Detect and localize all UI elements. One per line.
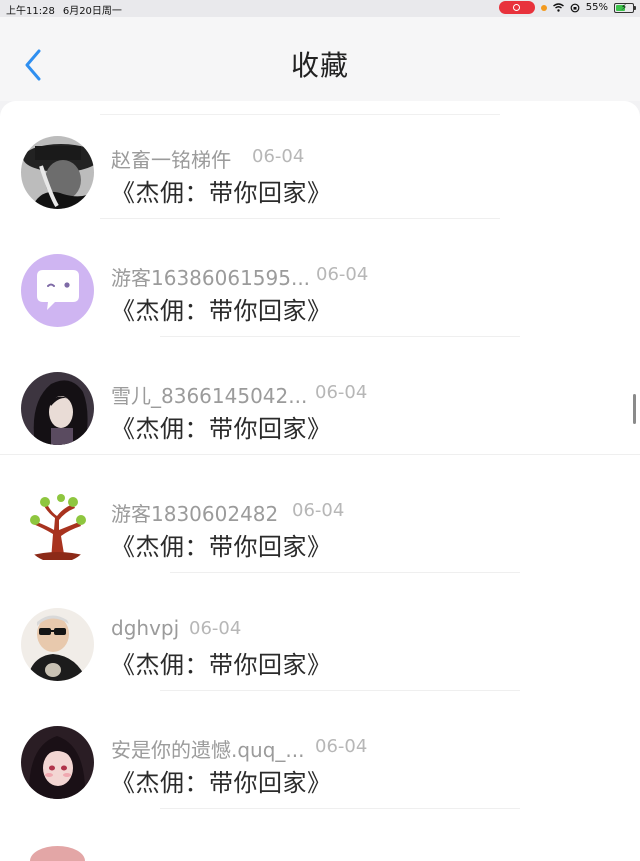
status-date: 6月20日周一 (62, 6, 122, 17)
post-date: 06-04 (252, 146, 305, 167)
post-title[interactable]: 《杰佣：带你回家》 (111, 173, 332, 208)
post-date: 06-04 (315, 382, 368, 403)
favorites-list: 赵畜一铭梯仵 06-04 《杰佣：带你回家》 游客16386061595... … (0, 101, 640, 861)
username[interactable]: dghvpj (111, 616, 179, 640)
long-hair-portrait-icon (21, 372, 94, 445)
username[interactable]: 雪儿_8366145042... (111, 380, 307, 409)
avatar[interactable] (21, 136, 94, 209)
avatar[interactable] (21, 254, 94, 327)
post-title[interactable]: 《杰佣：带你回家》 (111, 291, 332, 326)
nav-header: 收藏 (0, 17, 640, 101)
anime-girl-portrait-icon (21, 726, 94, 799)
divider (160, 808, 520, 809)
username[interactable]: 安是你的遗憾.quq_... (111, 734, 305, 763)
username[interactable]: 游客1830602482 (111, 498, 278, 527)
avatar[interactable] (21, 372, 94, 445)
battery-icon: ⚡ (614, 2, 636, 13)
post-title[interactable]: 《杰佣：带你回家》 (111, 409, 332, 444)
username[interactable]: 赵畜一铭梯仵 (111, 144, 231, 173)
avatar[interactable] (21, 726, 94, 799)
post-date: 06-04 (316, 264, 369, 285)
battery-percent: 55% (585, 2, 608, 13)
tree-icon (21, 490, 94, 563)
list-item[interactable]: 游客1830602482 06-04 《杰佣：带你回家》 (0, 455, 640, 573)
wifi-icon (552, 3, 564, 12)
screen-recording-icon (498, 1, 535, 14)
list-item[interactable]: 雪儿_8366145042... 06-04 《杰佣：带你回家》 (0, 337, 640, 455)
post-title[interactable]: 《杰佣：带你回家》 (111, 645, 332, 680)
orientation-lock-icon (570, 3, 580, 12)
list-item[interactable]: 安是你的遗憾.quq_... 06-04 《杰佣：带你回家》 (0, 691, 640, 809)
avatar[interactable] (21, 608, 94, 681)
post-title[interactable]: 《杰佣：带你回家》 (111, 527, 332, 562)
list-item[interactable]: 赵畜一铭梯仵 06-04 《杰佣：带你回家》 (0, 101, 640, 219)
page-title: 收藏 (290, 49, 349, 82)
status-bar: 上午11:28 6月20日周一 55% ⚡ (0, 0, 640, 17)
status-time-date: 上午11:28 6月20日周一 (6, 2, 130, 17)
status-indicators: 55% ⚡ (498, 1, 636, 14)
avatar[interactable] (21, 490, 94, 563)
dark-hat-portrait-icon (21, 136, 94, 209)
mic-in-use-icon (540, 4, 547, 11)
username[interactable]: 游客16386061595... (111, 262, 310, 291)
post-date: 06-04 (189, 618, 242, 639)
post-date: 06-04 (315, 736, 368, 757)
status-time: 上午11:28 (6, 6, 55, 17)
scrollbar[interactable] (633, 394, 636, 424)
list-item[interactable]: dghvpj 06-04 《杰佣：带你回家》 (0, 573, 640, 691)
post-date: 06-04 (292, 500, 345, 521)
sunglasses-portrait-icon (21, 608, 94, 681)
list-item[interactable]: 游客16386061595... 06-04 《杰佣：带你回家》 (0, 219, 640, 337)
avatar[interactable] (30, 846, 85, 861)
post-title[interactable]: 《杰佣：带你回家》 (111, 763, 332, 798)
chat-bubble-face-icon (21, 254, 94, 327)
